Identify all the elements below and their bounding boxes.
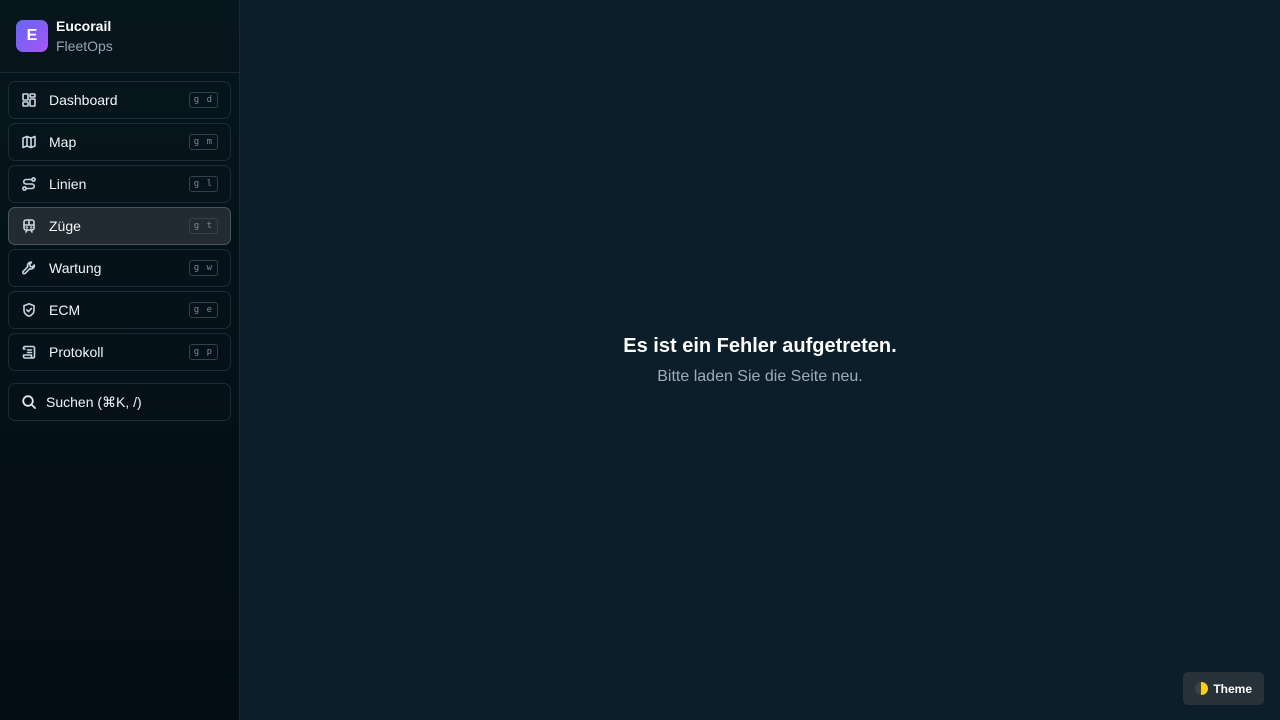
- brand-header[interactable]: E Eucorail FleetOps: [0, 0, 239, 73]
- main-content: Es ist ein Fehler aufgetreten. Bitte lad…: [240, 0, 1280, 720]
- sidebar-item-map[interactable]: Map g m: [8, 123, 231, 161]
- shortcut-hint: g w: [188, 260, 218, 276]
- sidebar-item-label: Linien: [49, 176, 87, 192]
- shortcut-hint: g m: [188, 134, 218, 150]
- map-icon: [21, 134, 37, 150]
- app-shell: E Eucorail FleetOps Dashboard g d Map g …: [0, 0, 1280, 720]
- error-subtitle: Bitte laden Sie die Seite neu.: [657, 367, 863, 385]
- sidebar-item-label: Map: [49, 134, 77, 150]
- shortcut-hint: g t: [188, 218, 218, 234]
- sidebar-item-dashboard[interactable]: Dashboard g d: [8, 81, 231, 119]
- search-icon: [22, 395, 36, 409]
- sidebar-item-label: Protokoll: [49, 344, 104, 360]
- theme-button-label: Theme: [1213, 681, 1252, 696]
- route-icon: [21, 176, 37, 192]
- shortcut-hint: g p: [188, 344, 218, 360]
- theme-toggle-button[interactable]: Theme: [1183, 672, 1264, 705]
- train-icon: [21, 218, 37, 234]
- error-title: Es ist ein Fehler aufgetreten.: [623, 334, 897, 357]
- brand-name: Eucorail: [56, 18, 112, 34]
- scroll-icon: [21, 344, 37, 360]
- sidebar-item-ecm[interactable]: ECM g e: [8, 291, 231, 329]
- shortcut-hint: g d: [188, 92, 218, 108]
- sidebar-item-label: Züge: [49, 218, 81, 234]
- shortcut-hint: g e: [188, 302, 218, 318]
- sidebar-item-label: Wartung: [49, 260, 102, 276]
- sidebar-item-protokoll[interactable]: Protokoll g p: [8, 333, 231, 371]
- shortcut-hint: g l: [188, 176, 218, 192]
- sidebar-item-wartung[interactable]: Wartung g w: [8, 249, 231, 287]
- sidebar-nav: Dashboard g d Map g m Linien g l Züge g …: [0, 73, 239, 371]
- sidebar-item-zuege[interactable]: Züge g t: [8, 207, 231, 245]
- wrench-icon: [21, 260, 37, 276]
- sidebar: E Eucorail FleetOps Dashboard g d Map g …: [0, 0, 240, 720]
- search-button[interactable]: Suchen (⌘K, /): [8, 383, 231, 421]
- search-label: Suchen (⌘K, /): [46, 393, 142, 410]
- sidebar-item-linien[interactable]: Linien g l: [8, 165, 231, 203]
- sidebar-item-label: Dashboard: [49, 92, 118, 108]
- brand-subtitle: FleetOps: [56, 38, 113, 54]
- dashboard-icon: [21, 92, 37, 108]
- half-moon-icon: [1195, 682, 1209, 695]
- shield-icon: [21, 302, 37, 318]
- sidebar-item-label: ECM: [49, 302, 81, 318]
- brand-logo: E: [16, 20, 48, 52]
